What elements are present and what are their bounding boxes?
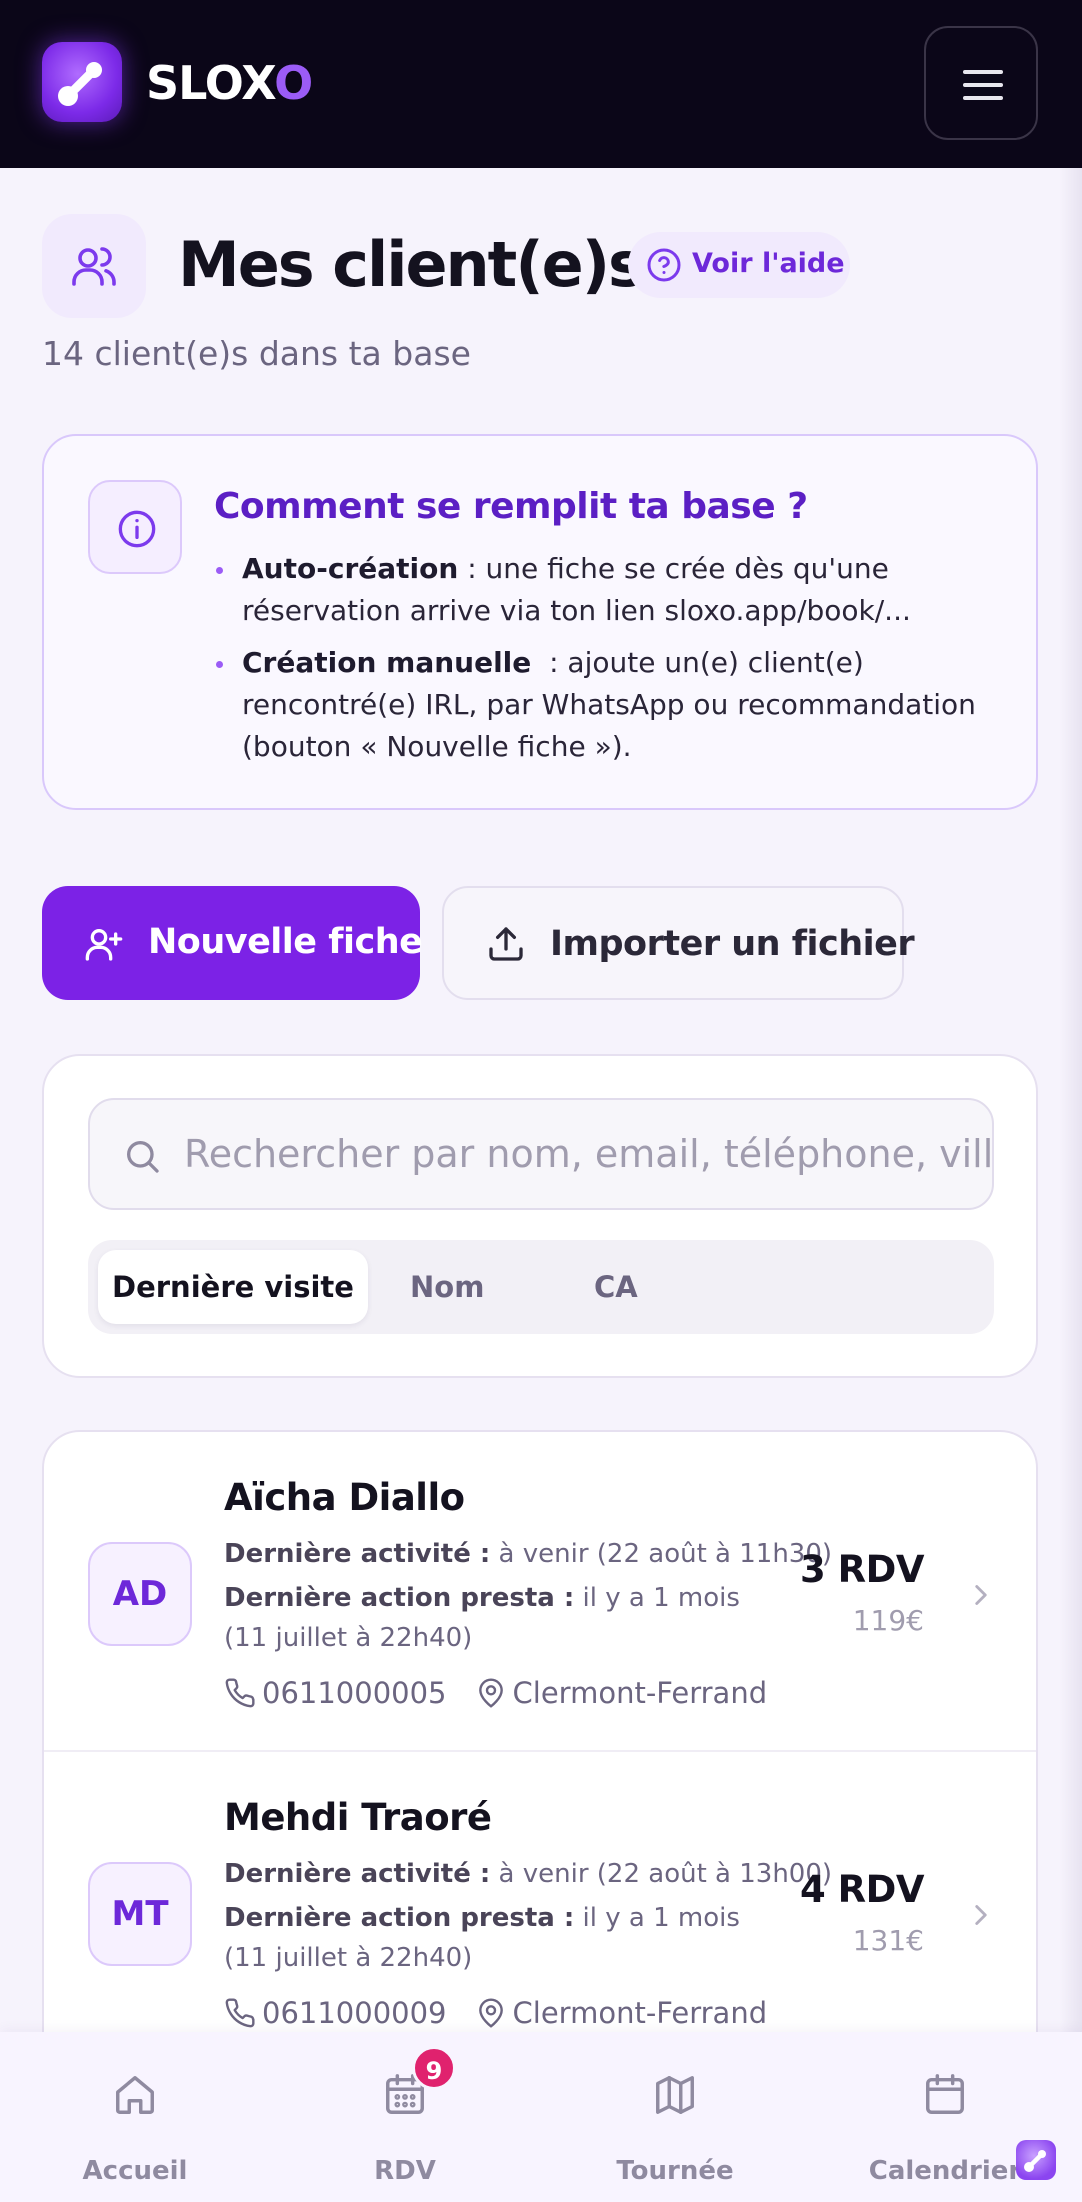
info-title: Comment se remplit ta base ? [214, 486, 808, 527]
client-last-activity: Dernière activité : à venir (22 août à 1… [224, 1539, 833, 1569]
sort-tabs: Dernière visite Nom CA [88, 1240, 994, 1334]
map-pin-icon [478, 1998, 503, 2028]
scroll-shadow [1060, 168, 1082, 2032]
client-name: Aïcha Diallo [224, 1476, 465, 1519]
info-card: Comment se remplit ta base ? Auto-créati… [42, 434, 1038, 810]
sort-tab-name[interactable]: Nom [410, 1250, 484, 1324]
info-list: Auto-création : une fiche se crée dès qu… [214, 548, 1014, 778]
map-pin-icon [478, 1678, 503, 1708]
chevron-right-icon[interactable] [964, 1578, 998, 1612]
search-icon [127, 1141, 159, 1173]
client-phone: 0611000005 [262, 1676, 447, 1710]
bottom-nav: Accueil 9 RDV Tournée Calendrier [0, 2032, 1082, 2202]
users-icon [42, 214, 146, 318]
nav-item-tour[interactable]: Tournée [540, 2032, 810, 2202]
nav-label: RDV [374, 2156, 436, 2186]
client-rdv-count: 4 RDV [800, 1868, 924, 1911]
client-phone: 0611000009 [262, 1996, 447, 2030]
nav-item-rdv[interactable]: 9 RDV [270, 2032, 540, 2202]
import-file-label: Importer un fichier [550, 924, 915, 964]
client-row[interactable]: MT Mehdi Traoré Dernière activité : à ve… [44, 1752, 1036, 2072]
sort-tab-revenue[interactable]: CA [594, 1250, 638, 1324]
client-revenue: 131€ [852, 1924, 924, 1957]
menu-button[interactable] [924, 26, 1038, 140]
brand-name: SLOXO [146, 56, 313, 110]
chevron-right-icon[interactable] [964, 1898, 998, 1932]
client-last-activity: Dernière activité : à venir (22 août à 1… [224, 1859, 833, 1889]
calendar-icon [926, 2074, 964, 2114]
sloxo-logo-icon[interactable] [42, 42, 122, 122]
help-button[interactable]: Voir l'aide [628, 232, 850, 298]
new-client-label: Nouvelle fiche [148, 922, 423, 962]
avatar: MT [88, 1862, 192, 1966]
client-name: Mehdi Traoré [224, 1796, 492, 1839]
client-list: AD Aïcha Diallo Dernière activité : à ve… [42, 1430, 1038, 2130]
user-plus-icon [85, 929, 123, 961]
page-title: Mes client(e)s [178, 228, 645, 301]
upload-icon [489, 927, 523, 961]
search-panel: Dernière visite Nom CA [42, 1054, 1038, 1378]
client-count-subtitle: 14 client(e)s dans ta base [42, 334, 471, 373]
info-item-auto: Auto-création : une fiche se crée dès qu… [214, 548, 1014, 632]
import-file-button[interactable]: Importer un fichier [442, 886, 915, 1000]
help-circle-icon [647, 248, 681, 282]
info-icon [88, 480, 182, 574]
nav-item-home[interactable]: Accueil [0, 2032, 270, 2202]
search-field[interactable] [88, 1098, 994, 1210]
client-contact: 0611000005 Clermont-Ferrand [224, 1676, 767, 1710]
info-item-manual: Création manuelle : ajoute un(e) client(… [214, 642, 1014, 768]
client-last-presta: Dernière action presta : il y a 1 mois (… [224, 1583, 740, 1653]
client-rdv-count: 3 RDV [800, 1548, 924, 1591]
avatar: AD [88, 1542, 192, 1646]
nav-label: Tournée [616, 2156, 734, 2186]
phone-icon [225, 1678, 255, 1708]
search-input[interactable] [184, 1100, 992, 1208]
nav-label: Accueil [82, 2156, 188, 2186]
client-row[interactable]: AD Aïcha Diallo Dernière activité : à ve… [44, 1432, 1036, 1752]
notification-badge: 9 [412, 2046, 456, 2090]
help-button-label: Voir l'aide [692, 248, 845, 279]
client-last-presta: Dernière action presta : il y a 1 mois (… [224, 1903, 740, 1973]
map-icon [656, 2076, 694, 2114]
hamburger-icon [963, 70, 1003, 74]
new-client-button[interactable]: Nouvelle fiche [42, 886, 423, 1000]
home-icon [116, 2076, 154, 2114]
sort-tab-last-visit[interactable]: Dernière visite [98, 1250, 368, 1324]
client-revenue: 119€ [852, 1604, 924, 1637]
top-bar: SLOXO [0, 0, 1082, 168]
floating-logo-icon[interactable] [1016, 2140, 1056, 2180]
client-contact: 0611000009 Clermont-Ferrand [224, 1996, 767, 2030]
client-city: Clermont-Ferrand [512, 1996, 768, 2030]
phone-icon [225, 1998, 255, 2028]
client-city: Clermont-Ferrand [512, 1676, 768, 1710]
